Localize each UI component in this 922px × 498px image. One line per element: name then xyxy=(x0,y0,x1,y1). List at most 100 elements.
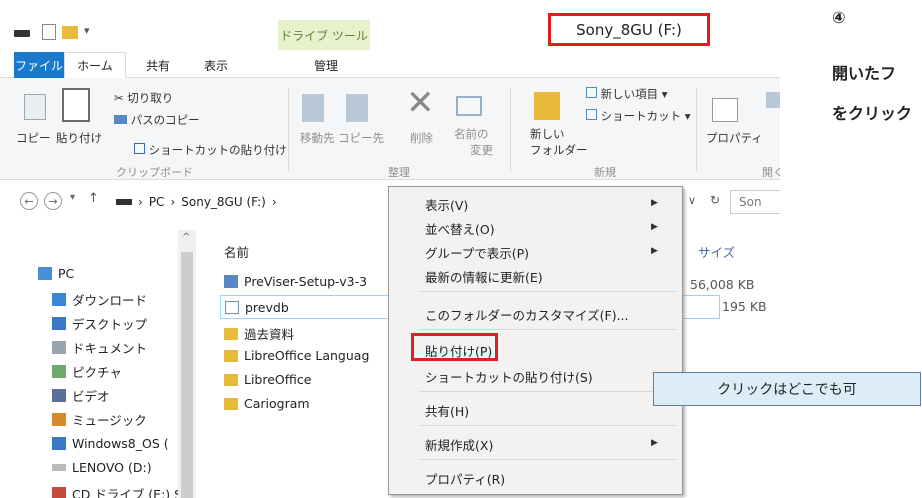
back-icon[interactable]: ← xyxy=(20,192,38,210)
move-to-icon[interactable] xyxy=(302,94,324,122)
file-size: 56,008 KB xyxy=(690,277,755,292)
separator xyxy=(510,88,511,172)
nav-item-label: ピクチャ xyxy=(72,365,122,380)
cut-button[interactable]: ✂ 切り取り xyxy=(114,90,173,106)
nav-item-pc[interactable]: PC xyxy=(38,266,74,281)
delete-icon[interactable]: ✕ xyxy=(406,86,435,120)
tab-home[interactable]: ホーム xyxy=(64,52,126,78)
folder-icon xyxy=(224,327,238,340)
rename-button[interactable]: 名前の変更 xyxy=(454,126,493,158)
rename-icon[interactable] xyxy=(456,96,482,116)
nav-item-cd-drive[interactable]: CD ドライブ (E:) S xyxy=(52,484,182,498)
quick-access-toolbar[interactable]: ▾ xyxy=(10,24,130,44)
copy-path-button[interactable]: パスのコピー xyxy=(114,112,200,128)
folder-icon[interactable] xyxy=(62,26,78,39)
rename-label-line2: 変更 xyxy=(470,143,493,157)
search-input[interactable]: Son xyxy=(730,190,780,214)
scroll-up-icon[interactable]: ^ xyxy=(182,232,190,243)
nav-item-pictures[interactable]: ピクチャ xyxy=(52,362,122,381)
address-dropdown-icon[interactable]: ∨ xyxy=(688,194,696,207)
tab-file[interactable]: ファイル xyxy=(14,52,64,78)
file-row[interactable]: PreViser-Setup-v3-3 xyxy=(224,274,367,289)
nav-item-documents[interactable]: ドキュメント xyxy=(52,338,147,357)
instruction-line-2: をクリック xyxy=(832,104,913,123)
breadcrumb-drive[interactable]: Sony_8GU (F:) xyxy=(181,195,266,209)
cut-label: 切り取り xyxy=(127,91,174,105)
menu-item-customize[interactable]: このフォルダーのカスタマイズ(F)... xyxy=(425,305,629,324)
nav-item-downloads[interactable]: ダウンロード xyxy=(52,290,147,309)
nav-item-label: ビデオ xyxy=(72,389,110,404)
tab-share[interactable]: 共有 xyxy=(132,52,184,78)
file-row[interactable]: Cariogram xyxy=(224,396,310,411)
shortcut-button[interactable]: ショートカット ▾ xyxy=(586,108,691,124)
nav-item-label: デスクトップ xyxy=(72,317,148,332)
nav-item-desktop[interactable]: デスクトップ xyxy=(52,314,147,333)
nav-item-lenovo-drive[interactable]: LENOVO (D:) xyxy=(52,460,152,475)
properties-icon[interactable] xyxy=(712,98,738,122)
instruction-line-1: 開いたフ xyxy=(832,64,897,83)
menu-item-share[interactable]: 共有(H) xyxy=(425,401,469,420)
menu-separator xyxy=(419,391,677,392)
dropdown-icon[interactable]: ▾ xyxy=(84,24,90,37)
scrollbar-thumb[interactable] xyxy=(181,252,193,498)
file-name: LibreOffice xyxy=(244,372,312,387)
ribbon: コピー 貼り付け ✂ 切り取り パスのコピー ショートカットの貼り付け クリップ… xyxy=(0,78,780,180)
nav-item-windows-drive[interactable]: Windows8_OS ( xyxy=(52,436,169,451)
paste-icon[interactable] xyxy=(62,88,90,122)
menu-item-new[interactable]: 新規作成(X) xyxy=(425,435,493,454)
submenu-arrow-icon: ▶ xyxy=(651,222,658,232)
tab-manage[interactable]: 管理 xyxy=(280,52,372,78)
new-item-icon xyxy=(586,87,597,98)
menu-item-refresh[interactable]: 最新の情報に更新(E) xyxy=(425,267,543,286)
copy-icon[interactable] xyxy=(24,94,46,120)
address-bar[interactable]: › PC › Sony_8GU (F:) › xyxy=(112,190,372,214)
separator xyxy=(696,88,697,172)
separator xyxy=(288,88,289,172)
folder-icon xyxy=(224,373,238,386)
breadcrumb-pc[interactable]: PC xyxy=(149,195,165,209)
nav-item-music[interactable]: ミュージック xyxy=(52,410,147,429)
move-to-button[interactable]: 移動先 xyxy=(300,130,335,146)
menu-item-properties[interactable]: プロパティ(R) xyxy=(425,469,505,488)
copy-to-button[interactable]: コピー先 xyxy=(338,130,384,146)
shortcut-label: ショートカット ▾ xyxy=(600,109,691,123)
drive-tools-label: ドライブ ツール xyxy=(278,20,370,50)
recent-dropdown-icon[interactable]: ▾ xyxy=(70,192,75,203)
nav-item-label: ミュージック xyxy=(72,413,147,428)
setup-app-icon xyxy=(224,275,238,288)
group-clipboard-label: クリップボード xyxy=(116,166,193,179)
open-icon[interactable] xyxy=(766,92,780,108)
window-title: Sony_8GU (F:) xyxy=(548,13,710,46)
menu-item-view[interactable]: 表示(V) xyxy=(425,195,468,214)
paste-shortcut-button[interactable]: ショートカットの貼り付け xyxy=(134,142,287,158)
new-item-button[interactable]: 新しい項目 ▾ xyxy=(586,86,668,102)
group-open-label: 開く xyxy=(762,166,780,179)
rename-label-line1: 名前の xyxy=(454,127,489,141)
nav-item-videos[interactable]: ビデオ xyxy=(52,386,110,405)
file-row[interactable]: LibreOffice Languag xyxy=(224,348,369,363)
menu-separator xyxy=(419,329,677,330)
file-row[interactable]: 過去資料 xyxy=(224,324,294,343)
copy-button[interactable]: コピー xyxy=(16,130,51,146)
refresh-icon[interactable]: ↻ xyxy=(710,193,720,207)
scissors-icon: ✂ xyxy=(114,91,128,105)
new-folder-icon[interactable] xyxy=(534,92,560,120)
file-row[interactable]: LibreOffice xyxy=(224,372,311,387)
up-icon[interactable]: ↑ xyxy=(88,191,99,206)
properties-icon[interactable] xyxy=(42,24,56,40)
column-header-name[interactable]: 名前 xyxy=(224,242,249,261)
nav-item-label: CD ドライブ (E:) S xyxy=(72,487,183,498)
download-icon xyxy=(52,293,66,306)
delete-button[interactable]: 削除 xyxy=(410,130,433,146)
new-folder-button[interactable]: 新しい フォルダー xyxy=(530,126,588,158)
properties-button[interactable]: プロパティ xyxy=(706,130,763,146)
menu-item-paste-shortcut[interactable]: ショートカットの貼り付け(S) xyxy=(425,367,593,386)
paste-button[interactable]: 貼り付け xyxy=(56,130,102,146)
copy-to-icon[interactable] xyxy=(346,94,368,122)
menu-item-sort[interactable]: 並べ替え(O) xyxy=(425,219,495,238)
column-header-size[interactable]: サイズ xyxy=(698,242,735,261)
os-drive-icon xyxy=(52,437,66,450)
menu-item-group-by[interactable]: グループで表示(P) xyxy=(425,243,529,262)
forward-icon[interactable]: → xyxy=(44,192,62,210)
tab-view[interactable]: 表示 xyxy=(190,52,242,78)
